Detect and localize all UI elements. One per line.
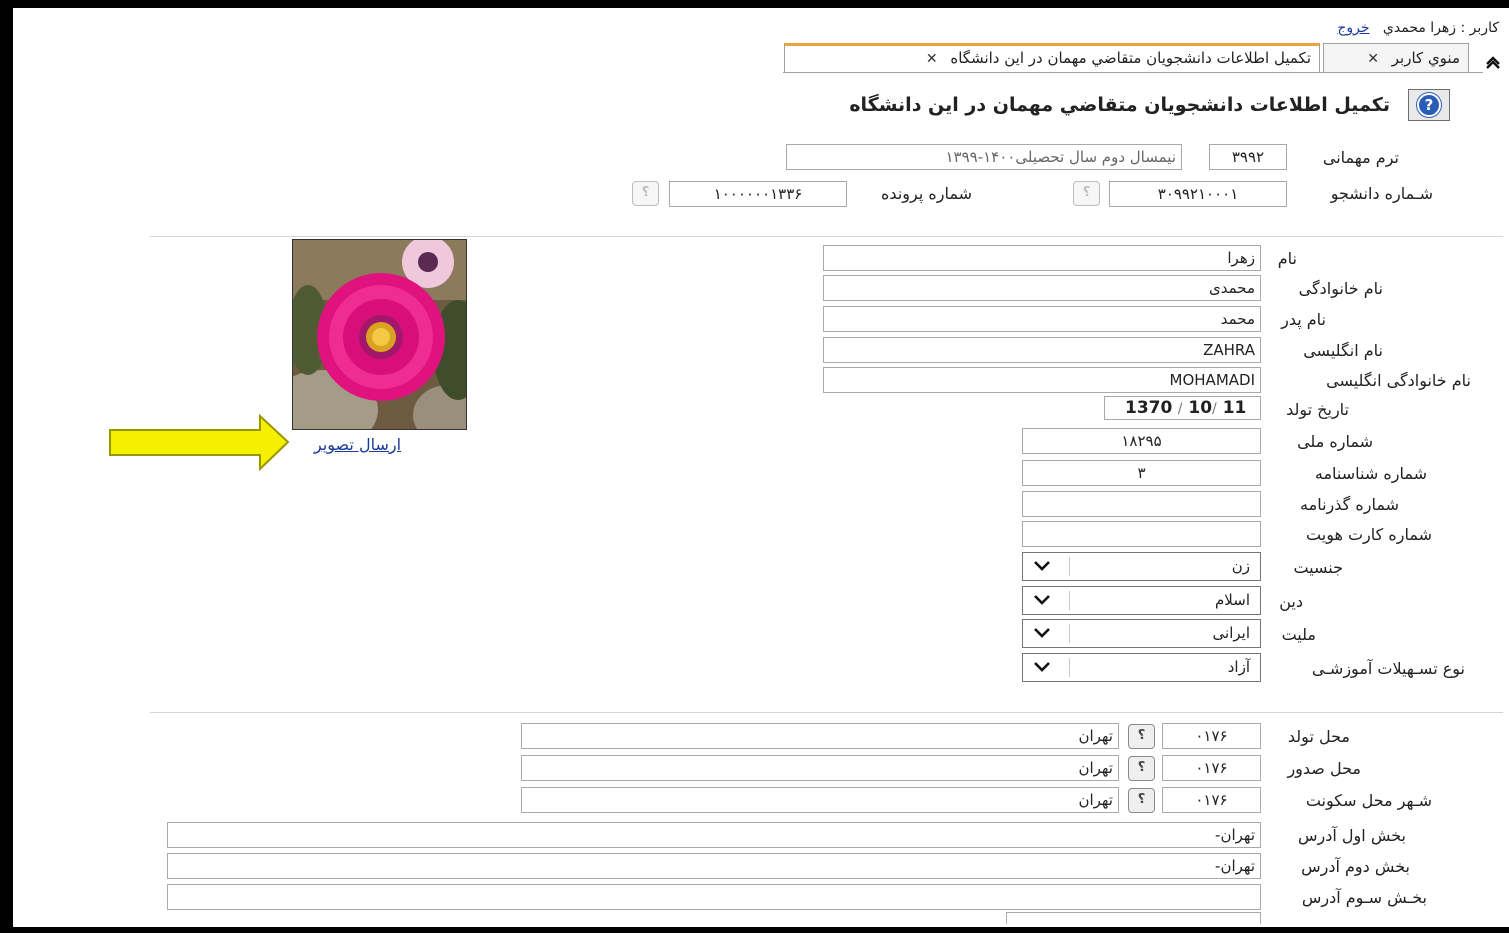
issue-place-code-field[interactable]: ۰۱۷۶ [1162, 755, 1261, 781]
last-name-label: نام خانوادگی [1298, 279, 1383, 298]
nationality-value: ایرانی [1212, 624, 1250, 642]
id-number-label: شماره شناسنامه [1314, 464, 1427, 483]
tab-baseline [783, 72, 1483, 73]
birth-date-field[interactable]: 1370 / 10/ 11 [1104, 396, 1261, 420]
issue-place-city-field: تهران [521, 755, 1119, 781]
page-title: تكميل اطلاعات دانشجويان متقاضي مهمان در … [849, 94, 1390, 116]
chevron-down-icon [1034, 662, 1050, 672]
select-separator [1069, 557, 1070, 576]
term-code-field[interactable]: ۳۹۹۲ [1209, 144, 1287, 170]
english-name-label: نام انگلیسی [1303, 341, 1383, 360]
english-last-name-label: نام خانوادگی انگلیسی [1326, 371, 1471, 390]
religion-select[interactable]: اسلام [1022, 586, 1261, 615]
student-lookup-button[interactable]: ؟ [1073, 181, 1100, 206]
arrow-right-icon [108, 413, 290, 472]
file-number-label: شماره پرونده [881, 184, 972, 203]
birth-day: 11 [1222, 398, 1247, 418]
student-photo [292, 239, 467, 430]
gender-label: جنسیت [1293, 558, 1343, 577]
tab-user-menu[interactable]: منوي كاربر ✕ [1323, 43, 1469, 73]
address-part1-label: بخش اول آدرس [1298, 826, 1406, 845]
birth-month: 10 [1188, 398, 1213, 418]
residence-city-lookup-button[interactable]: ؟ [1128, 788, 1155, 813]
file-lookup-button[interactable]: ؟ [632, 181, 659, 206]
address-part1-field[interactable]: تهران- [167, 822, 1261, 848]
english-name-field[interactable]: ZAHRA [823, 337, 1261, 363]
residence-city-label: شـهر محل سکونت [1305, 791, 1432, 810]
date-separator: / [1212, 401, 1217, 417]
divider [150, 712, 1503, 713]
education-facility-value: آزاد [1227, 658, 1250, 676]
residence-city-field: تهران [521, 787, 1119, 813]
address-part2-label: بخش دوم آدرس [1301, 857, 1410, 876]
national-id-field[interactable]: ۱۸۲۹۵ [1022, 428, 1261, 454]
student-number-field[interactable]: ۳۰۹۹۲۱۰۰۰۱ [1109, 181, 1287, 207]
father-name-field[interactable]: محمد [823, 306, 1261, 332]
education-facility-select[interactable]: آزاد [1022, 653, 1261, 682]
birth-place-lookup-button[interactable]: ؟ [1128, 724, 1155, 749]
nationality-label: ملیت [1281, 625, 1316, 644]
issue-place-label: محل صدور [1287, 759, 1361, 778]
address-part3-field[interactable] [167, 884, 1261, 910]
issue-place-lookup-button[interactable]: ؟ [1128, 756, 1155, 781]
collapse-chevron-icon[interactable] [1483, 51, 1503, 71]
student-number-label: شـماره دانشجو [1330, 184, 1433, 203]
divider [150, 236, 1503, 237]
address-part2-field[interactable]: تهران- [167, 853, 1261, 879]
user-name: كاربر : زهرا محمدي [1382, 20, 1499, 36]
window-frame-left [0, 0, 13, 933]
close-icon[interactable]: ✕ [926, 51, 938, 67]
first-name-field[interactable]: زهرا [823, 245, 1261, 271]
first-name-label: نام [1277, 249, 1297, 268]
nationality-select[interactable]: ایرانی [1022, 619, 1261, 648]
chevron-down-icon [1034, 561, 1050, 571]
tab-user-menu-label: منوي كاربر [1391, 49, 1460, 67]
date-separator: / [1177, 401, 1183, 417]
residence-city-code-field[interactable]: ۰۱۷۶ [1162, 787, 1261, 813]
window-frame-bottom [0, 927, 1509, 933]
education-facility-label: نوع تسـهیلات آموزشـی [1311, 659, 1465, 678]
help-icon: ? [1417, 93, 1441, 117]
birth-place-code-field[interactable]: ۰۱۷۶ [1162, 723, 1261, 749]
select-separator [1069, 624, 1070, 643]
birth-date-label: تاریخ تولد [1286, 400, 1349, 419]
user-bar: كاربر : زهرا محمدي خروج [1337, 20, 1499, 36]
file-number-field[interactable]: ۱۰۰۰۰۰۰۱۳۳۶ [669, 181, 847, 207]
english-last-name-field[interactable]: MOHAMADI [823, 367, 1261, 393]
window-frame-top [0, 0, 1509, 8]
birth-place-city-field: تهران [521, 723, 1119, 749]
help-button[interactable]: ? [1408, 89, 1450, 121]
logout-link[interactable]: خروج [1337, 20, 1369, 36]
id-card-label: شماره کارت هویت [1306, 525, 1432, 544]
select-separator [1069, 591, 1070, 610]
address-part3-label: بخـش سـوم آدرس [1301, 888, 1427, 907]
select-separator [1069, 658, 1070, 677]
upload-photo-link[interactable]: ارسال تصوير [314, 435, 401, 454]
gender-select[interactable]: زن [1022, 552, 1261, 581]
passport-field[interactable] [1022, 491, 1261, 517]
tab-guest-student-info[interactable]: تكميل اطلاعات دانشجويان متقاضي مهمان در … [784, 43, 1320, 73]
partial-field [1006, 912, 1261, 924]
birth-year: 1370 [1125, 398, 1173, 418]
chevron-down-icon [1034, 595, 1050, 605]
tab-guest-student-label: تكميل اطلاعات دانشجويان متقاضي مهمان در … [950, 49, 1311, 67]
id-number-field[interactable]: ۳ [1022, 460, 1261, 486]
birth-place-label: محل تولد [1287, 727, 1350, 746]
religion-value: اسلام [1215, 591, 1250, 609]
father-name-label: نام پدر [1281, 310, 1326, 329]
term-label: ترم مهمانی [1322, 148, 1399, 167]
chevron-down-icon [1034, 628, 1050, 638]
close-icon[interactable]: ✕ [1367, 51, 1379, 67]
id-card-field[interactable] [1022, 521, 1261, 547]
gender-value: زن [1231, 557, 1250, 575]
term-description-field: نیمسال دوم سال تحصیلی۱۴۰۰-۱۳۹۹ [786, 144, 1182, 170]
national-id-label: شماره ملی [1297, 432, 1373, 451]
passport-label: شماره گذرنامه [1300, 495, 1399, 514]
last-name-field[interactable]: محمدی [823, 275, 1261, 301]
religion-label: دین [1279, 592, 1303, 611]
